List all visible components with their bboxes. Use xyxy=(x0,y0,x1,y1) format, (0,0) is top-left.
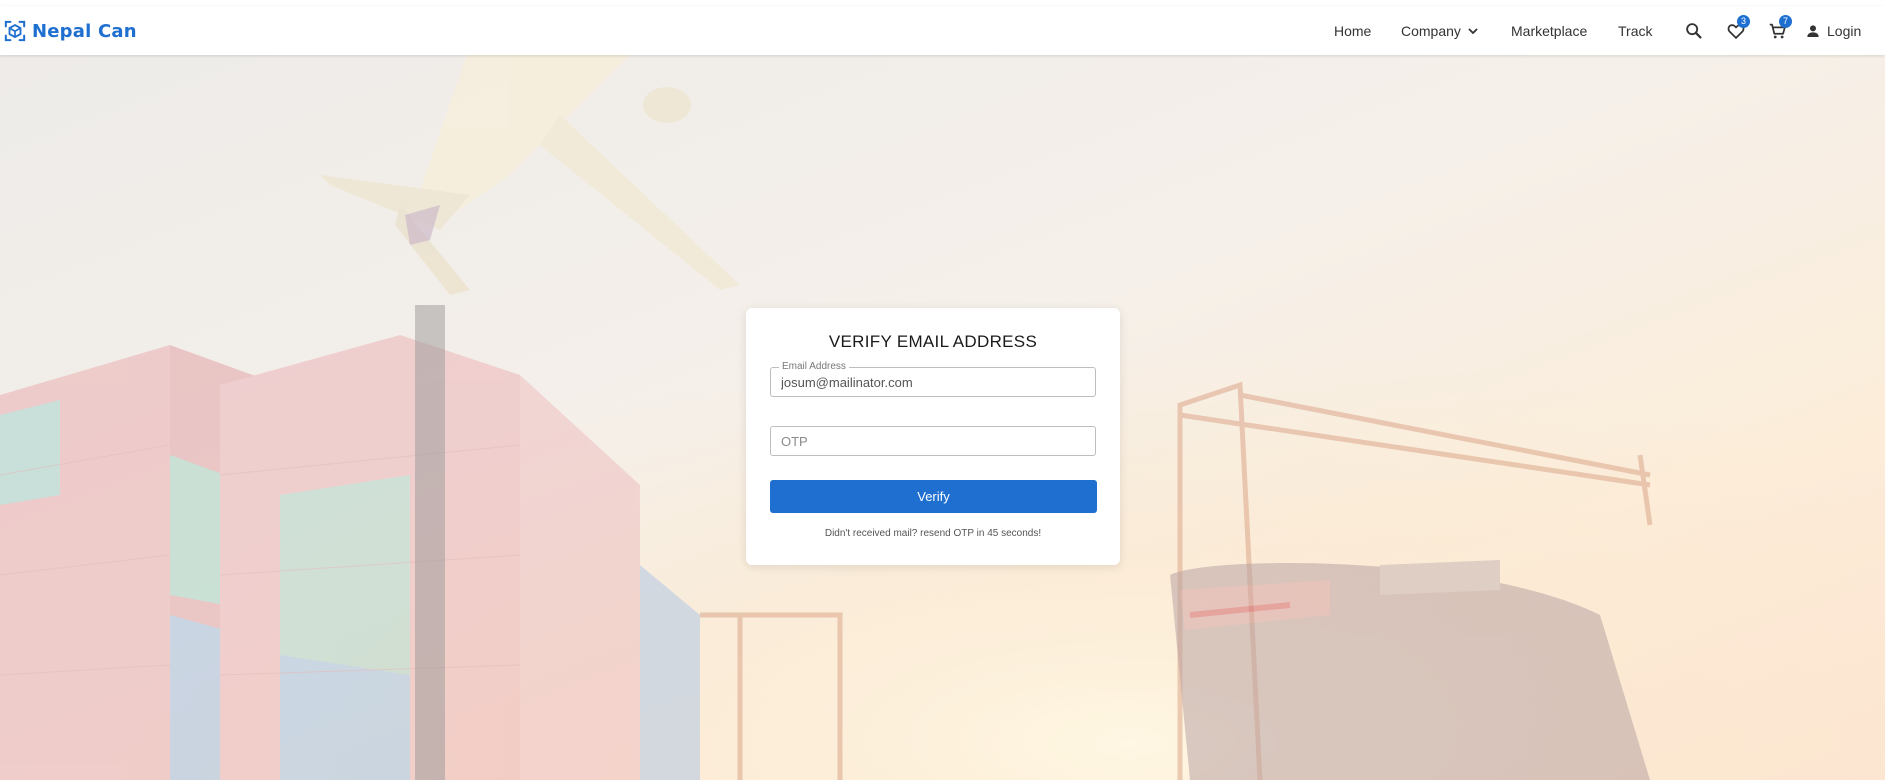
cart-count-badge: 7 xyxy=(1779,15,1792,28)
resend-suffix: in 45 seconds! xyxy=(973,528,1042,539)
chevron-down-icon xyxy=(1468,28,1478,35)
resend-prefix: Didn't received mail? xyxy=(824,528,921,539)
nav-marketplace[interactable]: Marketplace xyxy=(1511,22,1587,40)
login-label: Login xyxy=(1827,23,1862,39)
nav-track[interactable]: Track xyxy=(1618,22,1652,40)
otp-field xyxy=(770,426,1096,456)
email-field: Email Address xyxy=(770,361,1096,397)
verify-email-card: VERIFY EMAIL ADDRESS Email Address Verif… xyxy=(746,308,1120,565)
main-nav: Home Company Marketplace Track 3 7 Login xyxy=(0,6,1885,55)
person-icon xyxy=(1807,25,1819,37)
verify-button[interactable]: Verify xyxy=(770,480,1097,513)
page: Nepal Can Home Company Marketplace Track xyxy=(0,0,1885,780)
site-header: Nepal Can Home Company Marketplace Track xyxy=(0,6,1885,55)
search-icon xyxy=(1686,23,1702,39)
email-input[interactable] xyxy=(771,368,1095,396)
card-title: VERIFY EMAIL ADDRESS xyxy=(828,332,1038,351)
wishlist-count-badge: 3 xyxy=(1737,15,1750,28)
nav-company[interactable]: Company xyxy=(1401,22,1479,40)
wishlist-button[interactable]: 3 xyxy=(1725,15,1750,42)
resend-otp-link[interactable]: resend OTP xyxy=(920,528,974,539)
cart-button[interactable]: 7 xyxy=(1767,15,1792,42)
nav-company-label: Company xyxy=(1401,23,1461,39)
nav-home[interactable]: Home xyxy=(1334,22,1371,40)
search-button[interactable] xyxy=(1683,20,1705,42)
otp-input[interactable] xyxy=(771,427,1095,455)
resend-text: Didn't received mail? resend OTP in 45 s… xyxy=(746,528,1120,539)
login-button[interactable]: Login xyxy=(1805,21,1861,41)
